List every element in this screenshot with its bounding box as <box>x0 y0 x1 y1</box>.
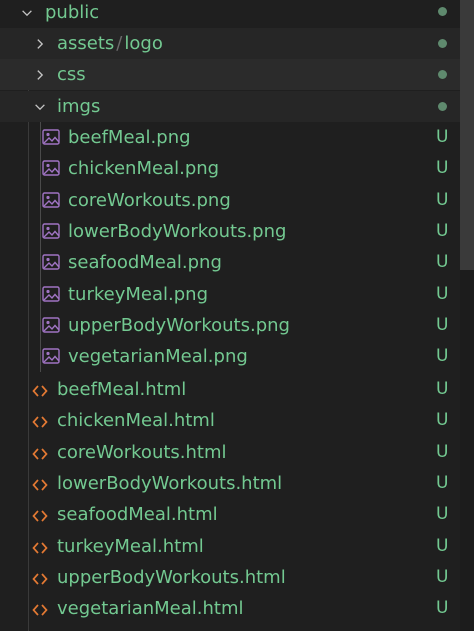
file-name: seafoodMeal.png <box>68 252 222 274</box>
file-name: turkeyMeal.html <box>57 535 204 557</box>
file-name: beefMeal.png <box>68 127 191 148</box>
file-name: chickenMeal.html <box>57 410 215 432</box>
file-name: turkeyMeal.png <box>68 283 208 305</box>
file-row-html[interactable]: seafoodMeal.html U <box>0 499 460 530</box>
untracked-badge: U <box>436 379 449 399</box>
folder-label-public: public <box>45 2 100 23</box>
folder-label-css: css <box>57 64 86 85</box>
untracked-badge: U <box>436 410 449 431</box>
untracked-badge: U <box>436 220 449 241</box>
folder-row-css[interactable]: css <box>0 59 460 90</box>
file-name: vegetarianMeal.html <box>57 598 244 620</box>
file-row-image[interactable]: beefMeal.png U <box>0 122 460 153</box>
html-file-icon <box>32 602 48 616</box>
html-file-icon <box>32 414 48 428</box>
file-name: coreWorkouts.png <box>68 189 231 211</box>
html-file-icon <box>32 477 48 491</box>
untracked-badge: U <box>436 189 449 210</box>
image-file-icon <box>42 348 60 364</box>
untracked-badge: U <box>436 441 449 462</box>
file-name: upperBodyWorkouts.png <box>68 314 290 336</box>
image-file-icon <box>42 129 60 145</box>
chevron-right-icon <box>33 68 47 82</box>
file-name: seafoodMeal.html <box>57 504 218 526</box>
modified-dot <box>438 7 447 16</box>
file-row-html[interactable]: turkeyMeal.html U <box>0 531 460 562</box>
html-file-icon <box>32 383 48 397</box>
untracked-badge: U <box>436 566 449 587</box>
modified-dot <box>438 39 447 48</box>
chevron-right-icon <box>33 37 47 51</box>
file-row-image[interactable]: vegetarianMeal.png U <box>0 341 460 372</box>
file-name: beefMeal.html <box>57 379 187 400</box>
untracked-badge: U <box>436 283 449 304</box>
untracked-badge: U <box>436 535 449 556</box>
untracked-badge: U <box>436 252 449 273</box>
file-row-html[interactable]: upperBodyWorkouts.html U <box>0 562 460 593</box>
folder-row-public[interactable]: public <box>0 0 460 28</box>
file-row-html[interactable]: beefMeal.html U <box>0 374 460 405</box>
folder-label-assets: assets <box>57 33 115 54</box>
untracked-badge: U <box>436 314 449 335</box>
image-file-icon <box>42 317 60 333</box>
file-explorer: public assets / logo css imgs beefMeal.png… <box>0 0 474 631</box>
file-name: vegetarianMeal.png <box>68 346 248 368</box>
modified-dot <box>438 102 447 111</box>
folder-label-imgs: imgs <box>57 96 101 117</box>
folder-label-logo: logo <box>124 33 163 54</box>
file-row-image[interactable]: lowerBodyWorkouts.png U <box>0 216 460 247</box>
file-name: chickenMeal.png <box>68 158 220 180</box>
file-row-image[interactable]: coreWorkouts.png U <box>0 185 460 216</box>
untracked-badge: U <box>436 127 449 147</box>
file-row-image[interactable]: chickenMeal.png U <box>0 153 460 184</box>
folder-row-assets-logo[interactable]: assets / logo <box>0 28 460 59</box>
file-name: lowerBodyWorkouts.html <box>57 472 283 494</box>
path-separator: / <box>116 33 123 54</box>
image-file-icon <box>42 160 60 176</box>
untracked-badge: U <box>436 598 449 619</box>
chevron-down-icon <box>33 100 47 114</box>
file-row-image[interactable]: turkeyMeal.png U <box>0 279 460 310</box>
file-name: coreWorkouts.html <box>57 441 227 463</box>
html-file-icon <box>32 540 48 554</box>
untracked-badge: U <box>436 346 449 367</box>
html-file-icon <box>32 446 48 460</box>
file-row-html[interactable]: coreWorkouts.html U <box>0 437 460 468</box>
scrollbar-thumb[interactable] <box>460 0 474 270</box>
file-row-image[interactable]: seafoodMeal.png U <box>0 247 460 278</box>
html-file-icon <box>32 508 48 522</box>
image-file-icon <box>42 191 60 208</box>
file-row-html[interactable]: vegetarianMeal.html U <box>0 593 460 624</box>
folder-row-imgs[interactable]: imgs <box>0 91 460 122</box>
image-file-icon <box>42 254 60 270</box>
file-name: upperBodyWorkouts.html <box>57 566 286 588</box>
chevron-down-icon <box>20 6 34 20</box>
folder-label-assets-logo: assets / logo <box>57 28 163 59</box>
image-file-icon <box>42 285 60 302</box>
html-file-icon <box>32 571 48 585</box>
untracked-badge: U <box>436 472 449 493</box>
untracked-badge: U <box>436 158 449 179</box>
file-row-html[interactable]: chickenMeal.html U <box>0 405 460 436</box>
image-file-icon <box>42 223 60 239</box>
modified-dot <box>438 70 447 79</box>
file-row-image[interactable]: upperBodyWorkouts.png U <box>0 310 460 341</box>
file-name: lowerBodyWorkouts.png <box>68 220 287 242</box>
untracked-badge: U <box>436 504 449 525</box>
file-row-html[interactable]: lowerBodyWorkouts.html U <box>0 468 460 499</box>
